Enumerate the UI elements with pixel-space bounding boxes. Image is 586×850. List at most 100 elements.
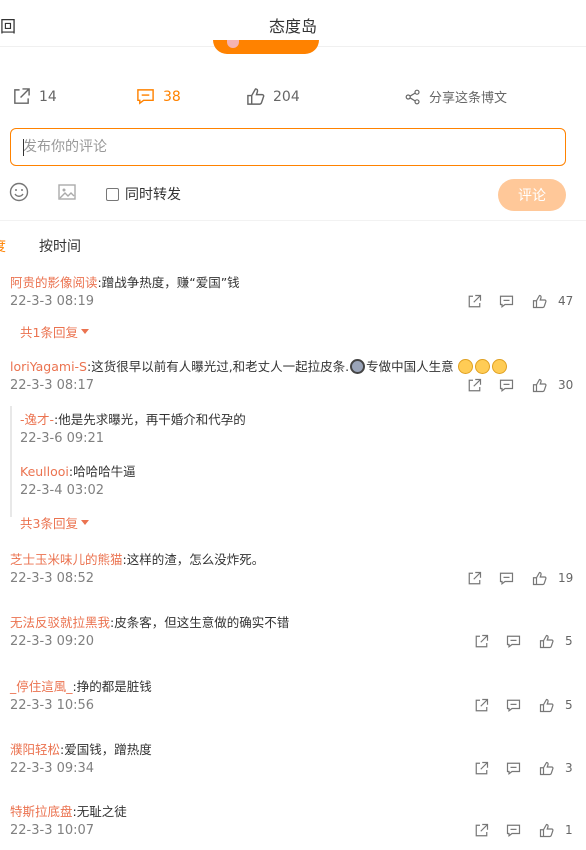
- cat-emoji-icon: [491, 359, 507, 374]
- reply-text: -逸才-:他是先求曝光，再干婚介和代孕的: [20, 409, 246, 428]
- more-replies-link[interactable]: 共3条回复: [20, 513, 89, 532]
- tab-sort-time[interactable]: 按时间: [39, 236, 81, 256]
- emoji-icon[interactable]: [9, 182, 29, 206]
- reply-text: Keullooi:哈哈哈牛逼: [20, 461, 136, 480]
- comment-like-icon[interactable]: [539, 634, 554, 653]
- reply-body: :他是先求曝光，再干婚介和代孕的: [54, 412, 246, 427]
- comment-username[interactable]: 芝士玉米味儿的熊猫: [10, 552, 123, 567]
- comment-reply-icon[interactable]: [499, 294, 514, 313]
- comment-repost-icon[interactable]: [467, 294, 482, 313]
- comment-username[interactable]: 特斯拉底盘: [10, 804, 73, 819]
- repost-action[interactable]: 14: [12, 87, 57, 106]
- avatar-partial: [227, 40, 239, 48]
- comment-repost-icon[interactable]: [474, 634, 489, 653]
- replies-bar: [10, 406, 12, 517]
- comment-repost-icon[interactable]: [467, 571, 482, 590]
- like-action[interactable]: 204: [246, 87, 300, 106]
- follow-button-partial[interactable]: [213, 40, 319, 54]
- like-icon: [247, 88, 265, 105]
- share-action[interactable]: 分享这条博文: [405, 87, 507, 106]
- comment-timestamp: 22-3-3 10:07: [10, 823, 95, 838]
- comment-body: :爱国钱，蹭热度: [60, 742, 152, 757]
- comment-timestamp: 22-3-3 09:34: [10, 761, 95, 776]
- comment-body: :这样的渣，怎么没炸死。: [122, 552, 265, 567]
- reply-body: :哈哈哈牛逼: [68, 464, 136, 479]
- comment-like-icon[interactable]: [532, 571, 547, 590]
- comment-actions: 1: [474, 823, 586, 839]
- comment-timestamp: 22-3-3 08:52: [10, 571, 95, 586]
- checkbox-box[interactable]: [106, 187, 119, 201]
- comment-reply-icon[interactable]: [506, 634, 521, 653]
- comment-actions: 30: [467, 378, 586, 394]
- comment-like-icon[interactable]: [532, 378, 547, 397]
- comment-timestamp: 22-3-3 10:56: [10, 698, 95, 713]
- page-title: 态度岛: [268, 17, 317, 36]
- comment-body: 专做中国人生意: [366, 359, 454, 374]
- more-replies-link[interactable]: 共1条回复: [20, 322, 89, 341]
- cat-emoji-icon: [457, 359, 473, 374]
- comment-like-count: 1: [565, 823, 573, 837]
- like-count: 204: [273, 88, 300, 105]
- comment-reply-icon[interactable]: [499, 378, 514, 397]
- comment-repost-icon[interactable]: [474, 823, 489, 842]
- submit-comment-button[interactable]: 评论: [498, 179, 566, 211]
- comment-icon: [137, 89, 154, 105]
- comment-text: 无法反驳就拉黑我:皮条客，但这生意做的确实不错: [10, 612, 289, 631]
- repost-checkbox[interactable]: 同时转发: [106, 184, 181, 204]
- comment-reply-icon[interactable]: [506, 823, 521, 842]
- comment-username[interactable]: _停住這風_: [10, 679, 73, 694]
- comment-like-icon[interactable]: [539, 761, 554, 780]
- more-replies-label: 共3条回复: [20, 516, 78, 531]
- comment-actions: 5: [474, 634, 586, 650]
- comment-text: _停住這風_:挣的都是脏钱: [10, 676, 152, 695]
- dog-emoji-icon: [350, 359, 366, 374]
- comment-body: :蹭战争热度，赚“爱国”钱: [97, 275, 240, 290]
- post-actions: 14 38 204 分享这条博文: [0, 87, 586, 109]
- comment-username[interactable]: loriYagami-S: [10, 359, 87, 374]
- comment-repost-icon[interactable]: [474, 761, 489, 780]
- comment-like-icon[interactable]: [539, 698, 554, 717]
- comment-reply-icon[interactable]: [506, 761, 521, 780]
- comment-text: loriYagami-S:这货很早以前有人曝光过,和老丈人一起拉皮条. 专做中国人…: [10, 356, 508, 375]
- comment-action[interactable]: 38: [136, 87, 181, 106]
- sort-tabs: 度 按时间: [0, 236, 586, 256]
- comment-count: 38: [163, 88, 181, 105]
- comment-like-count: 47: [558, 294, 574, 308]
- comment-timestamp: 22-3-3 09:20: [10, 634, 95, 649]
- comment-text: 芝士玉米味儿的熊猫:这样的渣，怎么没炸死。: [10, 549, 264, 568]
- caret-down-icon: [80, 520, 89, 525]
- share-label: 分享这条博文: [429, 91, 508, 106]
- reply-username[interactable]: -逸才-: [20, 412, 54, 427]
- comment-body: :挣的都是脏钱: [72, 679, 152, 694]
- comment-username[interactable]: 濮阳轻松: [10, 742, 60, 757]
- caret-down-icon: [80, 329, 89, 334]
- reply-username[interactable]: Keullooi: [20, 464, 69, 479]
- comment-body: :这货很早以前有人曝光过,和老丈人一起拉皮条.: [87, 359, 350, 374]
- comment-like-count: 19: [558, 571, 574, 585]
- repost-icon: [14, 88, 30, 104]
- reply-timestamp: 22-3-4 03:02: [20, 483, 105, 498]
- comment-body: :无耻之徒: [72, 804, 127, 819]
- share-icon: [405, 89, 420, 104]
- reply-timestamp: 22-3-6 09:21: [20, 431, 105, 446]
- comment-input[interactable]: [11, 129, 565, 165]
- comment-text: 特斯拉底盘:无耻之徒: [10, 801, 127, 820]
- comment-like-icon[interactable]: [532, 294, 547, 313]
- comment-repost-icon[interactable]: [467, 378, 482, 397]
- comment-text: 濮阳轻松:爱国钱，蹭热度: [10, 739, 152, 758]
- image-icon[interactable]: [57, 182, 77, 206]
- comment-like-icon[interactable]: [539, 823, 554, 842]
- comment-like-count: 5: [565, 634, 573, 648]
- comment-username[interactable]: 阿贵的影像阅读: [10, 275, 98, 290]
- comment-username[interactable]: 无法反驳就拉黑我: [10, 615, 110, 630]
- repost-count: 14: [39, 88, 57, 105]
- comment-input-box[interactable]: [10, 128, 566, 166]
- composer-toolbar: 同时转发 评论: [0, 179, 586, 211]
- tab-sort-hot[interactable]: 度: [0, 236, 6, 256]
- comment-reply-icon[interactable]: [506, 698, 521, 717]
- comment-reply-icon[interactable]: [499, 571, 514, 590]
- repost-checkbox-label: 同时转发: [125, 187, 181, 203]
- comment-actions: 19: [467, 571, 586, 587]
- comment-repost-icon[interactable]: [474, 698, 489, 717]
- comment-like-count: 3: [565, 761, 573, 775]
